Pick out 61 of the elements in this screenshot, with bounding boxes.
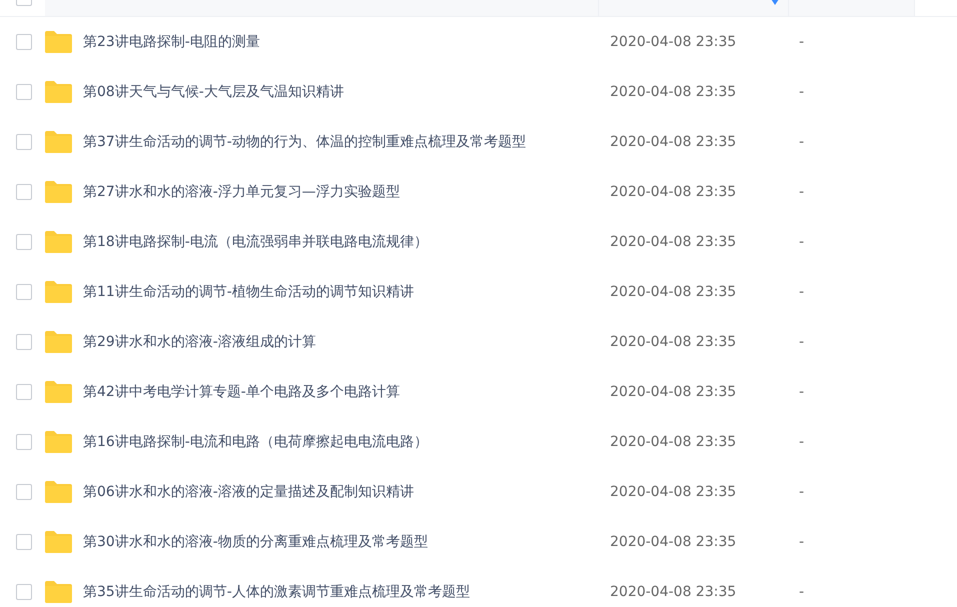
row-checkbox[interactable] xyxy=(16,34,32,50)
row-checkbox[interactable] xyxy=(16,584,32,600)
row-checkbox[interactable] xyxy=(16,134,32,150)
file-size: - xyxy=(799,584,804,600)
file-size: - xyxy=(799,284,804,300)
folder-name[interactable]: 第16讲电路探制-电流和电路（电荷摩擦起电电流电路） xyxy=(83,433,428,451)
folder-name[interactable]: 第30讲水和水的溶液-物质的分离重难点梳理及常考题型 xyxy=(83,533,428,551)
row-checkbox[interactable] xyxy=(16,384,32,400)
row-checkbox[interactable] xyxy=(16,284,32,300)
modified-time: 2020-04-08 23:35 xyxy=(610,334,736,350)
folder-icon xyxy=(45,431,72,453)
folder-name[interactable]: 第35讲生命活动的调节-人体的激素调节重难点梳理及常考题型 xyxy=(83,583,470,601)
folder-name[interactable]: 第37讲生命活动的调节-动物的行为、体温的控制重难点梳理及常考题型 xyxy=(83,133,526,151)
row-checkbox[interactable] xyxy=(16,534,32,550)
folder-icon xyxy=(45,381,72,403)
modified-time: 2020-04-08 23:35 xyxy=(610,584,736,600)
file-size: - xyxy=(799,334,804,350)
folder-name[interactable]: 第23讲电路探制-电阻的测量 xyxy=(83,33,260,51)
modified-time: 2020-04-08 23:35 xyxy=(610,84,736,100)
folder-name[interactable]: 第27讲水和水的溶液-浮力单元复习—浮力实验题型 xyxy=(83,183,400,201)
file-size: - xyxy=(799,384,804,400)
modified-time: 2020-04-08 23:35 xyxy=(610,234,736,250)
row-checkbox[interactable] xyxy=(16,334,32,350)
file-size: - xyxy=(799,534,804,550)
file-size: - xyxy=(799,434,804,450)
file-size: - xyxy=(799,184,804,200)
folder-icon xyxy=(45,81,72,103)
folder-icon xyxy=(45,531,72,553)
modified-time: 2020-04-08 23:35 xyxy=(610,384,736,400)
folder-name[interactable]: 第18讲电路探制-电流（电流强弱串并联电路电流规律） xyxy=(83,233,428,251)
file-size: - xyxy=(799,234,804,250)
folder-name[interactable]: 第42讲中考电学计算专题-单个电路及多个电路计算 xyxy=(83,383,400,401)
modified-time: 2020-04-08 23:35 xyxy=(610,484,736,500)
file-size: - xyxy=(799,34,804,50)
folder-icon xyxy=(45,481,72,503)
row-checkbox[interactable] xyxy=(16,184,32,200)
modified-time: 2020-04-08 23:35 xyxy=(610,184,736,200)
folder-name[interactable]: 第06讲水和水的溶液-溶液的定量描述及配制知识精讲 xyxy=(83,483,414,501)
folder-icon xyxy=(45,331,72,353)
folder-icon xyxy=(45,231,72,253)
row-checkbox[interactable] xyxy=(16,484,32,500)
file-size: - xyxy=(799,84,804,100)
modified-time: 2020-04-08 23:35 xyxy=(610,284,736,300)
folder-name[interactable]: 第11讲生命活动的调节-植物生命活动的调节知识精讲 xyxy=(83,283,414,301)
modified-time: 2020-04-08 23:35 xyxy=(610,434,736,450)
modified-time: 2020-04-08 23:35 xyxy=(610,34,736,50)
sort-icon[interactable] xyxy=(771,0,779,5)
file-size: - xyxy=(799,484,804,500)
folder-name[interactable]: 第08讲天气与气候-大气层及气温知识精讲 xyxy=(83,83,344,101)
row-checkbox[interactable] xyxy=(16,434,32,450)
row-checkbox[interactable] xyxy=(16,84,32,100)
folder-icon xyxy=(45,31,72,53)
folder-icon xyxy=(45,131,72,153)
file-size: - xyxy=(799,134,804,150)
folder-icon xyxy=(45,281,72,303)
modified-time: 2020-04-08 23:35 xyxy=(610,534,736,550)
folder-name[interactable]: 第29讲水和水的溶液-溶液组成的计算 xyxy=(83,333,316,351)
row-checkbox[interactable] xyxy=(16,234,32,250)
modified-time: 2020-04-08 23:35 xyxy=(610,134,736,150)
folder-icon xyxy=(45,581,72,603)
folder-icon xyxy=(45,181,72,203)
